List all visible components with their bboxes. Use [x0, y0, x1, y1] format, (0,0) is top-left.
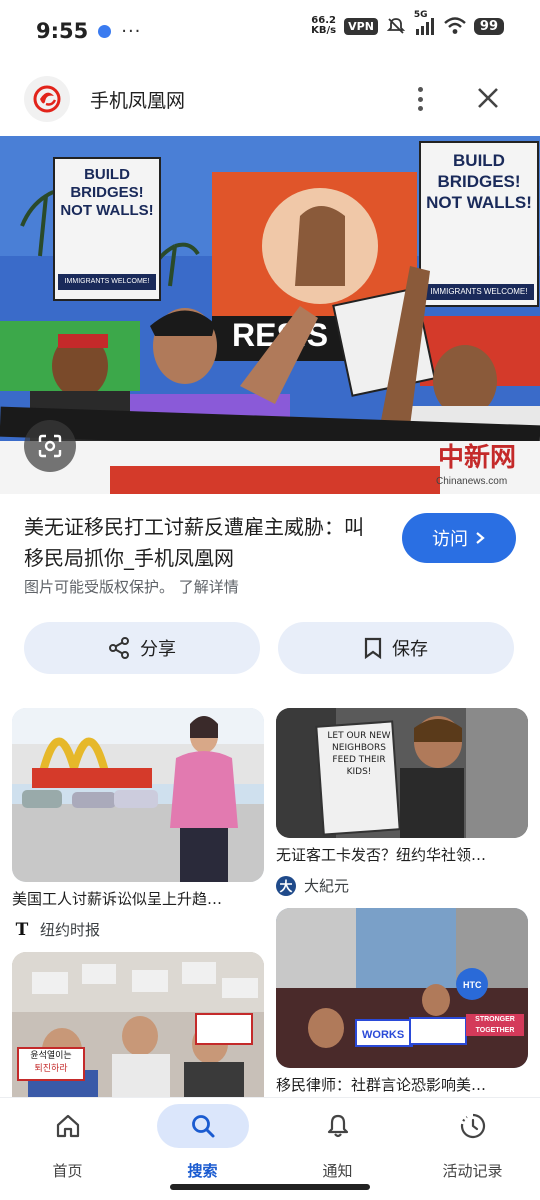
sign-left-footer: IMMIGRANTS WELCOME! — [64, 278, 150, 285]
related-thumbnail[interactable]: LET OUR NEW NEIGHBORS FEED THEIR KIDS! — [276, 708, 528, 838]
signal-icon: 5G — [414, 10, 436, 35]
related-result-card[interactable]: 윤석열이는 퇴진하라 — [12, 952, 264, 1097]
nav-label: 搜索 — [187, 1162, 218, 1180]
works-text: WORKS — [362, 1029, 404, 1041]
sign-text: 윤석열이는 퇴진하라 — [30, 1051, 72, 1074]
related-source[interactable]: T 纽约时报 — [12, 919, 264, 940]
wifi-icon — [444, 17, 466, 35]
sign-text: LET OUR NEW NEIGHBORS FEED THEIR KIDS! — [327, 731, 391, 777]
nav-activity[interactable]: 活动记录 — [405, 1098, 540, 1188]
stronger-text: STRONGER TOGETHER — [475, 1016, 515, 1034]
watermark-cn: 中新网 — [438, 442, 516, 473]
visit-button[interactable]: 访问 — [402, 513, 516, 563]
related-result-card[interactable]: 美国工人讨薪诉讼似呈上升趋… T 纽约时报 — [12, 708, 264, 940]
status-right: 66.2 KB/s VPN 5G 99 — [311, 10, 504, 36]
related-source[interactable]: 大 大紀元 — [276, 875, 528, 896]
home-indicator[interactable] — [170, 1184, 370, 1190]
nav-notifications[interactable]: 通知 — [270, 1098, 405, 1188]
related-caption[interactable]: 美国工人讨薪诉讼似呈上升趋… — [12, 888, 264, 909]
related-result-card[interactable]: HTC WORKS STRONGER TOGETHER 移民律师：社群言论恐影响… — [276, 908, 528, 1095]
sign-right-footer: IMMIGRANTS WELCOME! — [430, 287, 528, 296]
related-thumbnail[interactable]: 윤석열이는 퇴진하라 — [12, 952, 264, 1097]
related-result-card[interactable]: LET OUR NEW NEIGHBORS FEED THEIR KIDS! 无… — [276, 708, 528, 896]
home-icon — [56, 1114, 79, 1138]
watermark-en: Chinanews.com — [436, 476, 507, 487]
status-bar: 9:55 ··· 66.2 KB/s VPN 5G 99 — [0, 0, 540, 62]
visit-label: 访问 — [432, 529, 468, 550]
history-icon — [460, 1113, 485, 1139]
share-icon — [109, 637, 129, 659]
nav-label: 首页 — [52, 1162, 83, 1180]
close-icon[interactable] — [474, 84, 502, 112]
related-thumbnail[interactable] — [12, 708, 264, 882]
sign-left-text: BUILD BRIDGES! NOT WALLS! — [60, 166, 154, 219]
nav-label: 通知 — [322, 1162, 353, 1180]
bell-icon — [327, 1114, 348, 1138]
sign-right-text: BUILD BRIDGES! NOT WALLS! — [426, 151, 532, 212]
nyt-icon: T — [15, 919, 29, 940]
bottom-nav: 首页 搜索 通知 活动记录 — [0, 1097, 540, 1200]
phoenix-logo-icon[interactable] — [24, 76, 70, 122]
google-lens-button[interactable] — [24, 420, 76, 472]
related-thumbnail[interactable]: HTC WORKS STRONGER TOGETHER — [276, 908, 528, 1068]
learn-more-link[interactable]: 了解详情 — [179, 578, 239, 596]
result-title[interactable]: 美无证移民打工讨薪反遭雇主威胁：叫移民局抓你_手机凤凰网 — [24, 512, 369, 574]
nav-label: 活动记录 — [442, 1162, 503, 1180]
source-header: 手机凤凰网 — [0, 72, 540, 126]
related-caption[interactable]: 无证客工卡发否？纽约华社领… — [276, 844, 528, 865]
nav-search[interactable]: 搜索 — [135, 1098, 270, 1188]
battery-indicator: 99 — [473, 17, 504, 35]
more-options-icon[interactable] — [408, 85, 432, 113]
hero-image[interactable]: RESIS BUILD BRIDGES! NOT WALLS! IMMIGRAN… — [0, 136, 540, 494]
status-left: 9:55 ··· — [36, 19, 141, 43]
app-notification-icon — [98, 24, 112, 38]
save-label: 保存 — [392, 639, 428, 660]
source-site-name[interactable]: 手机凤凰网 — [90, 86, 185, 113]
save-button[interactable]: 保存 — [278, 622, 514, 674]
status-time: 9:55 — [36, 19, 89, 43]
share-button[interactable]: 分享 — [24, 622, 260, 674]
network-speed: 66.2 KB/s — [311, 15, 337, 36]
nav-home[interactable]: 首页 — [0, 1098, 135, 1188]
share-label: 分享 — [140, 639, 176, 660]
more-notifications-icon: ··· — [121, 20, 142, 42]
copyright-notice: 图片可能受版权保护。 了解详情 — [24, 578, 239, 596]
protest-photo: RESIS BUILD BRIDGES! NOT WALLS! IMMIGRAN… — [0, 136, 540, 494]
search-icon — [191, 1115, 214, 1138]
chevron-right-icon — [476, 532, 485, 544]
epoch-times-icon: 大 — [276, 875, 296, 896]
lens-icon — [38, 434, 62, 458]
vpn-badge: VPN — [344, 17, 378, 35]
related-caption[interactable]: 移民律师：社群言论恐影响美… — [276, 1074, 528, 1095]
mute-icon — [386, 16, 406, 36]
htc-text: HTC — [463, 980, 482, 990]
bookmark-icon — [364, 637, 382, 659]
